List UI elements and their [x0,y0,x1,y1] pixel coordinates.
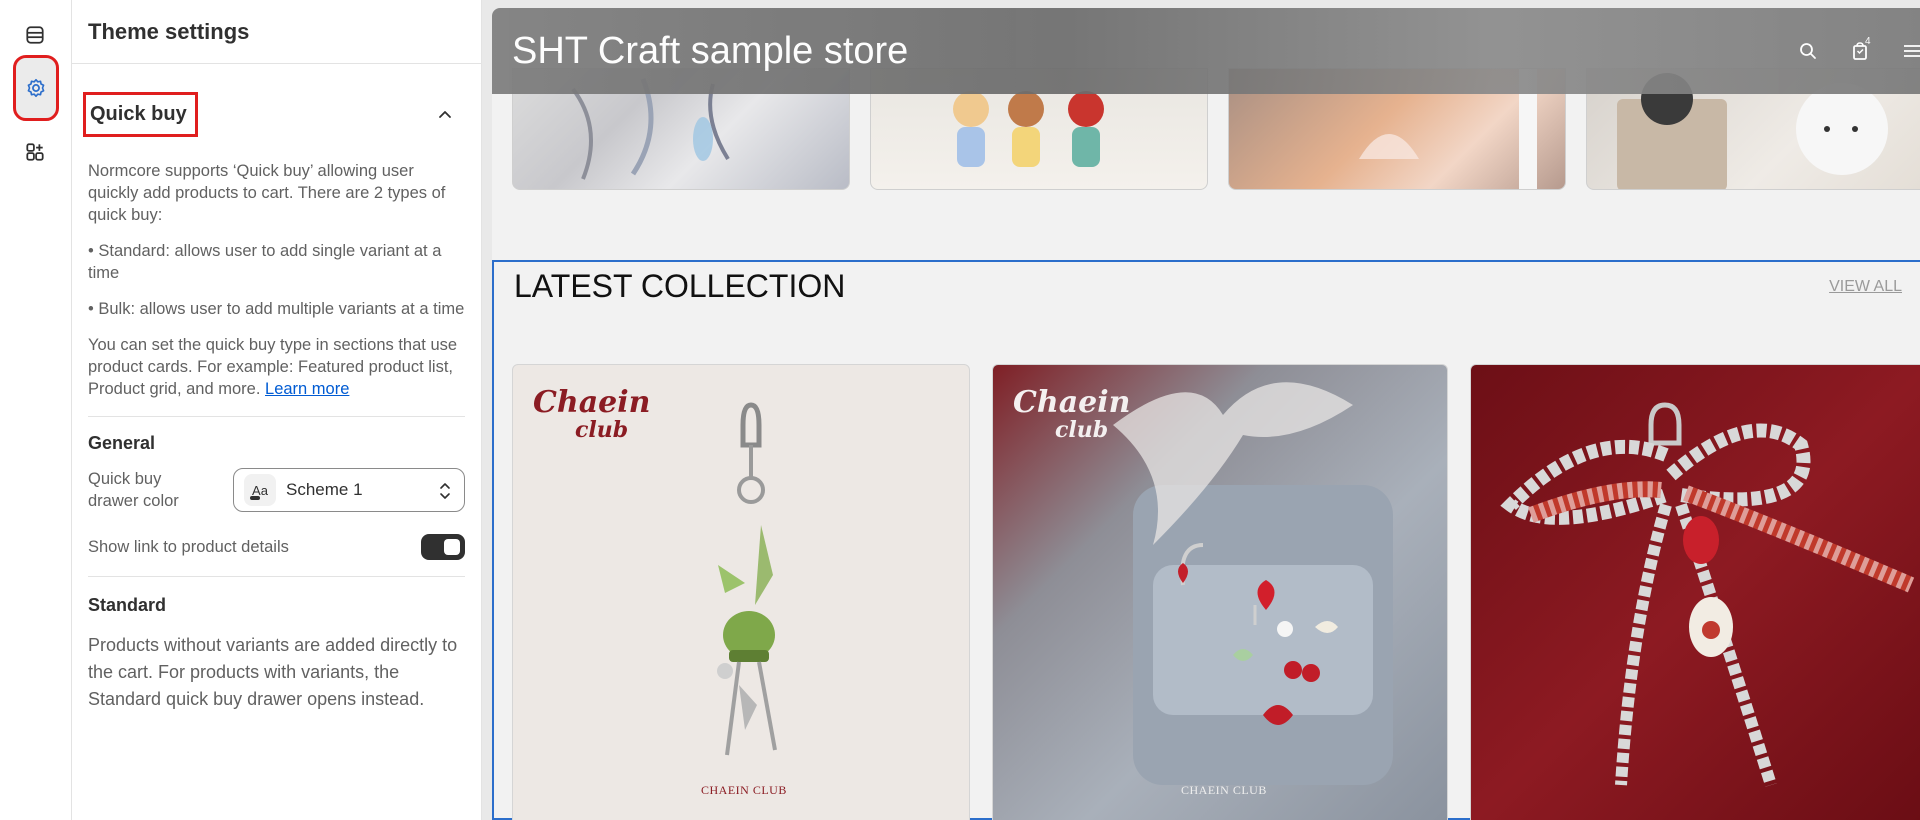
sections-icon [26,26,44,44]
theme-settings-panel: Theme settings Quick buy Normcore suppor… [72,0,482,820]
quick-buy-section: Quick buy Normcore supports ‘Quick buy’ … [83,88,465,713]
quick-buy-set-text: You can set the quick buy type in sectio… [88,334,465,400]
bullet-bulk: • Bulk: allows user to add multiple vari… [88,300,465,318]
apps-button[interactable] [8,125,62,179]
standard-title: Standard [88,595,167,615]
quick-buy-accordion-header[interactable]: Quick buy [83,88,465,140]
sections-button[interactable] [8,8,62,62]
store-preview: SHT Craft sample store 4 LATEST COLLECTI… [482,0,1920,820]
drawer-color-select[interactable]: Aa Scheme 1 [233,468,465,512]
product-card[interactable]: Chaein club CHAEIN CLUB [512,364,970,820]
view-all-link[interactable]: VIEW ALL [1829,278,1902,296]
store-frame: SHT Craft sample store 4 LATEST COLLECTI… [492,8,1920,820]
drawer-color-row: Quick buy drawer color Aa Scheme 1 [88,468,465,512]
brand-caption: CHAEIN CLUB [1181,783,1267,797]
drawer-color-value: Scheme 1 [286,480,363,499]
icon-rail [0,0,72,820]
product-card[interactable]: Chaein club CHAEIN CLUB [992,364,1448,820]
gear-icon [27,78,45,98]
brand-logo-sub: club [575,417,629,443]
chevron-up-icon[interactable] [435,104,455,124]
general-title: General [88,433,156,453]
brand-caption: CHAEIN CLUB [701,783,787,797]
store-header: SHT Craft sample store 4 [492,8,1920,94]
brand-logo-sub: club [1055,417,1109,443]
bow-charm-product-image [1500,402,1915,787]
panel-title: Theme settings [88,18,250,44]
panel-header: Theme settings [72,0,481,64]
latest-collection-section[interactable]: LATEST COLLECTION VIEW ALL Chaein club C… [492,260,1920,820]
quick-buy-intro: Normcore supports ‘Quick buy’ allowing u… [88,162,446,224]
apps-add-icon [26,143,44,161]
show-link-row: Show link to product details [88,534,465,560]
quick-buy-title: Quick buy [83,91,198,137]
divider [88,416,465,417]
color-scheme-swatch: Aa [244,474,276,506]
show-link-label: Show link to product details [88,538,289,556]
divider [88,576,465,577]
cart-count: 4 [1865,36,1871,47]
bullet-standard: • Standard: allows user to add single va… [88,242,442,282]
search-icon[interactable] [1798,41,1818,61]
store-name[interactable]: SHT Craft sample store [512,30,908,73]
brand-logo: Chaein [1013,385,1131,420]
brand-logo: Chaein [533,385,651,420]
drawer-color-label: Quick buy drawer color [88,470,179,510]
show-link-toggle[interactable] [421,534,465,560]
product-card[interactable] [1470,364,1920,820]
select-arrows-icon [440,483,450,499]
theme-settings-button[interactable] [13,55,59,121]
standard-text: Products without variants are added dire… [88,635,458,709]
collection-title: LATEST COLLECTION [514,268,846,304]
menu-icon[interactable] [1902,41,1920,61]
learn-more-link[interactable]: Learn more [265,380,349,398]
